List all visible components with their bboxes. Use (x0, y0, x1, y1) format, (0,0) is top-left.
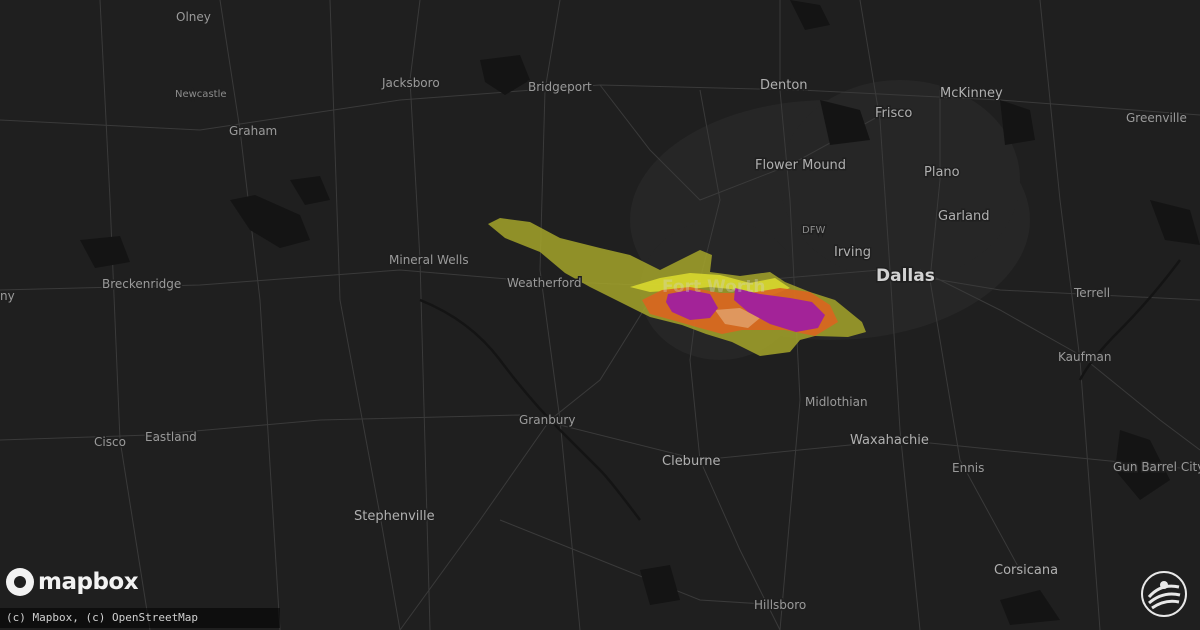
city-label-mckinney: McKinney (940, 86, 1003, 101)
city-label-jacksboro: Jacksboro (381, 76, 440, 90)
city-label-cleburne: Cleburne (662, 454, 721, 469)
city-label-stephenville: Stephenville (354, 509, 435, 524)
city-label-graham: Graham (229, 124, 277, 138)
city-label-hillsboro: Hillsboro (754, 598, 806, 612)
city-label-kaufman: Kaufman (1058, 350, 1112, 364)
city-label-weatherford: Weatherford (507, 276, 581, 290)
city-label-left-edge: ny (0, 289, 15, 303)
map-attribution[interactable]: (c) Mapbox, (c) OpenStreetMap (0, 608, 280, 628)
city-label-denton: Denton (760, 78, 808, 93)
mapbox-logo-text: mapbox (38, 569, 139, 595)
city-label-plano: Plano (924, 165, 960, 180)
city-label-flower-mound: Flower Mound (755, 158, 846, 173)
city-label-bridgeport: Bridgeport (528, 80, 592, 94)
city-label-midlothian: Midlothian (805, 395, 868, 409)
city-label-fort-worth: Fort Worth (662, 277, 765, 297)
brand-badge-icon (1141, 571, 1187, 617)
city-label-dallas: Dallas (876, 266, 935, 286)
city-label-eastland: Eastland (145, 430, 197, 444)
city-label-waxahachie: Waxahachie (850, 433, 929, 448)
city-label-olney: Olney (176, 10, 211, 24)
city-label-greenville: Greenville (1126, 111, 1187, 125)
city-label-cisco: Cisco (94, 435, 126, 449)
city-label-dfw: DFW (802, 225, 825, 236)
city-label-mineral-wells: Mineral Wells (389, 253, 469, 267)
city-label-frisco: Frisco (875, 106, 912, 121)
brand-badge-graphic (1147, 581, 1181, 610)
city-label-newcastle: Newcastle (175, 89, 227, 100)
city-label-irving: Irving (834, 245, 871, 260)
city-label-ennis: Ennis (952, 461, 984, 475)
mapbox-logo-icon (6, 568, 34, 596)
city-label-granbury: Granbury (519, 413, 575, 427)
city-label-gun-barrel-city: Gun Barrel City (1113, 460, 1200, 474)
city-label-corsicana: Corsicana (994, 563, 1058, 578)
mapbox-logo[interactable]: mapbox (6, 568, 139, 596)
city-label-breckenridge: Breckenridge (102, 277, 181, 291)
hail-map[interactable]: Olney Jacksboro Bridgeport Denton Frisco… (0, 0, 1200, 630)
city-label-terrell: Terrell (1073, 286, 1110, 300)
city-label-garland: Garland (938, 209, 989, 224)
